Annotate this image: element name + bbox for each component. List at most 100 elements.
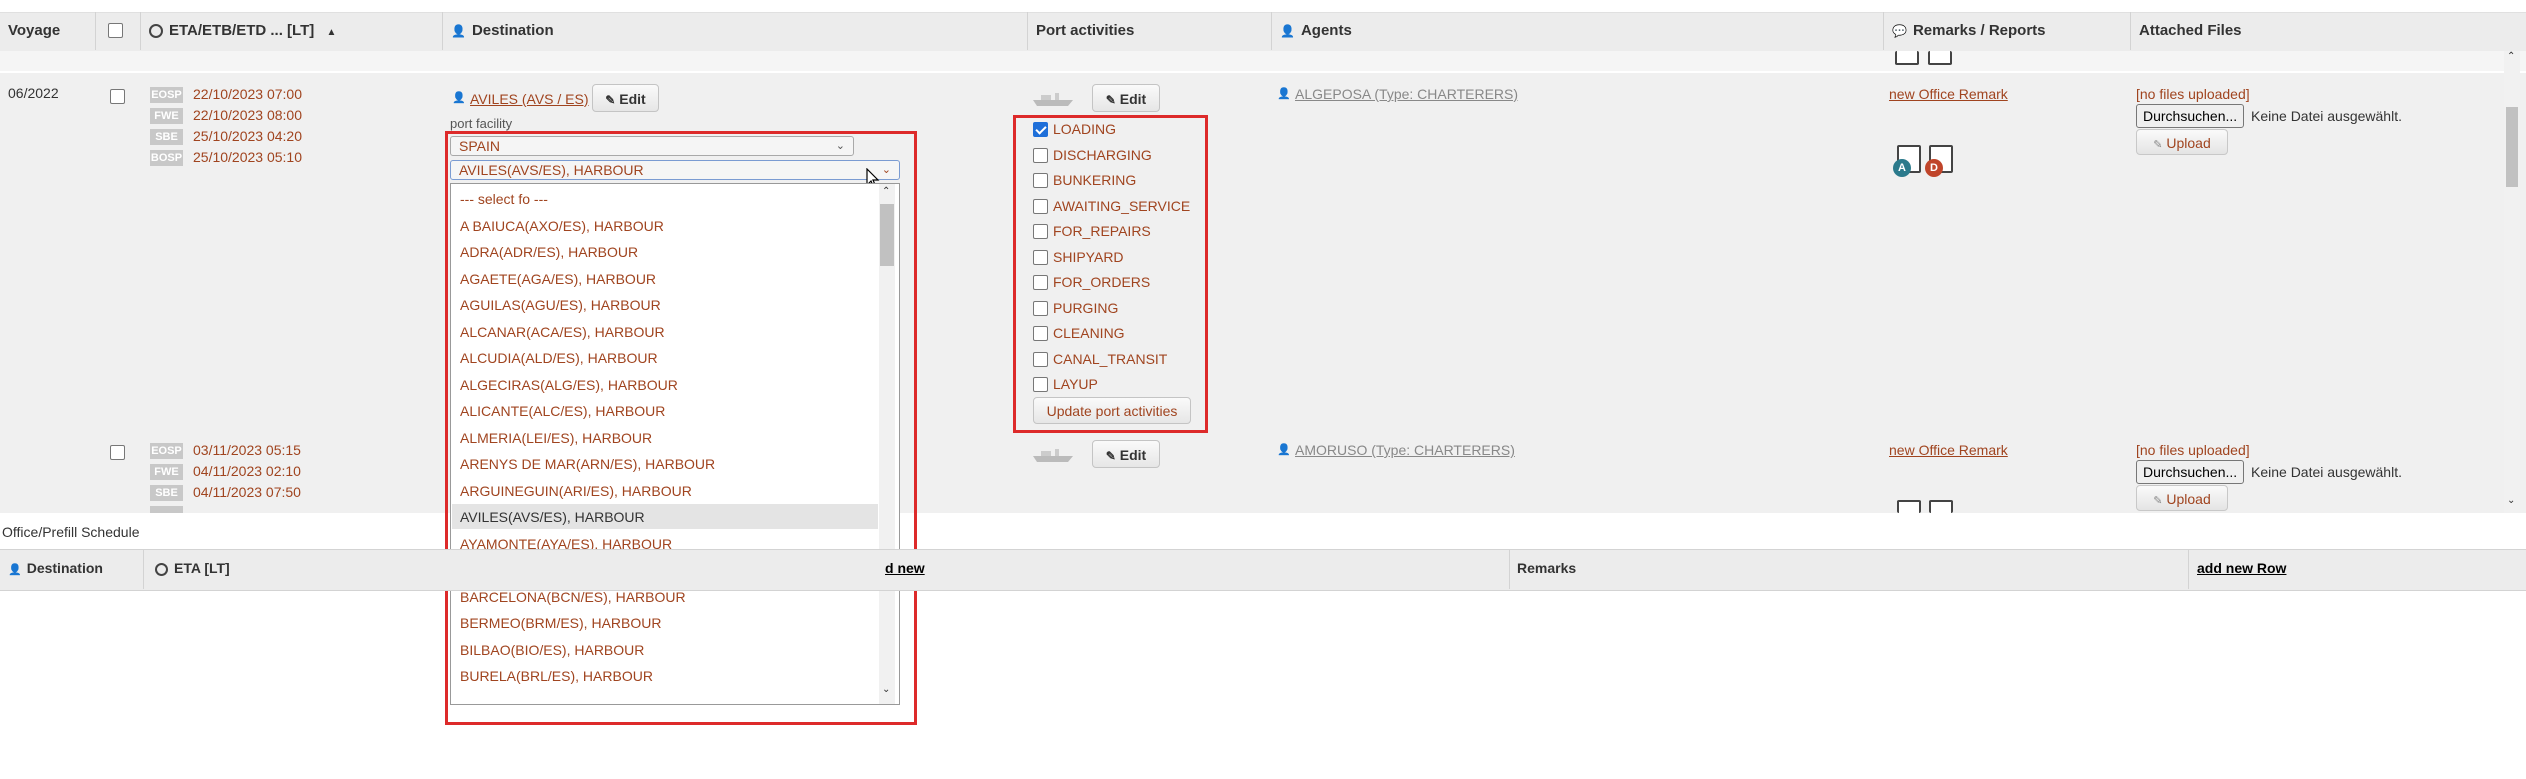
upload-button[interactable]: ✎ Upload xyxy=(2136,485,2228,511)
port-activity-checkbox[interactable] xyxy=(1033,173,1048,188)
agent-link[interactable]: AMORUSO (Type: CHARTERERS) xyxy=(1295,442,1515,458)
row-checkbox[interactable] xyxy=(110,445,125,460)
port-activity-checkbox[interactable] xyxy=(1033,122,1048,137)
port-activity-checkbox[interactable] xyxy=(1033,198,1048,214)
edit-destination-button[interactable]: ✎ Edit xyxy=(592,84,659,112)
port-activity-label[interactable]: DISCHARGING xyxy=(1053,147,1152,163)
scroll-up-icon[interactable]: ⌃ xyxy=(882,186,890,197)
dropdown-option[interactable]: ARENYS DE MAR(ARN/ES), HARBOUR xyxy=(460,456,715,472)
update-port-activities-button[interactable]: Update port activities xyxy=(1033,397,1191,424)
schedule-col-remarks[interactable]: Remarks xyxy=(1517,560,1576,576)
browse-button[interactable]: Durchsuchen... xyxy=(2136,460,2245,484)
edit-port-activities-button[interactable]: ✎ Edit xyxy=(1092,84,1160,112)
agent-link[interactable]: ALGEPOSA (Type: CHARTERERS) xyxy=(1295,86,1518,102)
port-activity-label[interactable]: PURGING xyxy=(1053,300,1118,316)
edit-label: Edit xyxy=(1119,91,1147,107)
col-agents-label: Agents xyxy=(1300,22,1352,39)
dropdown-option[interactable]: AGUILAS(AGU/ES), HARBOUR xyxy=(460,297,661,313)
col-port-activities[interactable]: Port activities xyxy=(1027,12,1271,50)
upload-button[interactable]: ✎ Upload xyxy=(2136,129,2228,155)
user-icon: 👤 xyxy=(1277,88,1291,100)
port-activity-label[interactable]: AWAITING_SERVICE xyxy=(1053,198,1190,214)
col-agents[interactable]: 👤 Agents xyxy=(1271,12,1883,50)
schedule-destination-label: Destination xyxy=(26,560,103,576)
select-all-checkbox[interactable] xyxy=(108,23,123,38)
edit-port-activities-button[interactable]: ✎ Edit xyxy=(1092,440,1160,468)
dropdown-option[interactable]: ALCUDIA(ALD/ES), HARBOUR xyxy=(460,350,658,366)
dropdown-option[interactable]: BILBAO(BIO/ES), HARBOUR xyxy=(460,642,644,658)
port-activity-label[interactable]: FOR_ORDERS xyxy=(1053,274,1150,290)
port-select[interactable]: AVILES(AVS/ES), HARBOUR ⌄ xyxy=(450,160,900,180)
port-activity-checkbox[interactable] xyxy=(1033,351,1048,367)
dropdown-scrollbar[interactable]: ⌃ ⌄ xyxy=(879,184,895,704)
report-icon[interactable] xyxy=(1928,51,1952,65)
country-select[interactable]: SPAIN ⌄ xyxy=(450,136,854,156)
port-activity-label[interactable]: CANAL_TRANSIT xyxy=(1053,351,1167,367)
report-icon[interactable] xyxy=(1895,51,1919,65)
main-scroll-thumb[interactable] xyxy=(2506,107,2518,187)
report-d-icon[interactable]: D xyxy=(1925,145,1953,177)
add-new-row-link[interactable]: add new Row xyxy=(2197,560,2286,576)
port-activity-label[interactable]: BUNKERING xyxy=(1053,172,1136,188)
event-time: 22/10/2023 08:00 xyxy=(193,107,302,123)
dropdown-option[interactable]: ALMERIA(LEI/ES), HARBOUR xyxy=(460,430,652,446)
dropdown-option[interactable]: AVILES(AVS/ES), HARBOUR xyxy=(460,509,645,525)
schedule-col-eta[interactable]: ETA [LT] xyxy=(155,560,230,576)
event-time: 04/11/2023 02:10 xyxy=(193,463,301,479)
add-new-link[interactable]: d new xyxy=(885,560,925,576)
dropdown-option[interactable]: ARGUINEGUIN(ARI/ES), HARBOUR xyxy=(460,483,692,499)
scroll-up-icon[interactable]: ⌃ xyxy=(2507,51,2515,62)
port-activity-checkbox[interactable] xyxy=(1033,275,1048,290)
col-destination[interactable]: 👤 Destination xyxy=(442,12,1027,50)
dropdown-option[interactable]: AGAETE(AGA/ES), HARBOUR xyxy=(460,271,656,287)
dropdown-option[interactable]: ALICANTE(ALC/ES), HARBOUR xyxy=(460,403,665,419)
event-time: 25/10/2023 04:20 xyxy=(193,128,302,144)
port-activity-checkbox[interactable] xyxy=(1033,377,1048,392)
col-eta[interactable]: ETA/ETB/ETD ... [LT] ▲ xyxy=(140,12,442,50)
port-activity-checkbox[interactable] xyxy=(1033,147,1048,163)
port-activity-label[interactable]: FOR_REPAIRS xyxy=(1053,223,1151,239)
dropdown-option[interactable]: ALGECIRAS(ALG/ES), HARBOUR xyxy=(460,377,678,393)
dropdown-option[interactable]: A BAIUCA(AXO/ES), HARBOUR xyxy=(460,218,664,234)
scroll-down-icon[interactable]: ⌄ xyxy=(882,684,890,695)
voyage-number: 06/2022 xyxy=(8,85,59,101)
main-scrollbar[interactable]: ⌃ ⌄ xyxy=(2504,51,2520,513)
port-activity-label[interactable]: LAYUP xyxy=(1053,376,1098,392)
port-activity-checkbox[interactable] xyxy=(1033,224,1048,239)
col-files[interactable]: Attached Files xyxy=(2130,12,2526,50)
dropdown-scroll-thumb[interactable] xyxy=(880,204,894,266)
paperclip-icon: ✎ xyxy=(2153,495,2163,507)
new-office-remark-link[interactable]: new Office Remark xyxy=(1889,86,2008,102)
scroll-down-icon[interactable]: ⌄ xyxy=(2507,495,2515,506)
port-activity-label[interactable]: LOADING xyxy=(1053,121,1116,137)
user-icon: 👤 xyxy=(1277,444,1291,456)
port-activity-checkbox[interactable] xyxy=(1033,326,1048,341)
port-activity-checkbox[interactable] xyxy=(1033,300,1048,316)
report-icon[interactable] xyxy=(1929,500,1953,513)
report-icon[interactable] xyxy=(1897,500,1921,513)
col-remarks-label: Remarks / Reports xyxy=(1912,22,2046,39)
dropdown-option[interactable]: BURELA(BRL/ES), HARBOUR xyxy=(460,668,653,684)
event-code-badge xyxy=(150,506,183,513)
col-voyage[interactable]: Voyage xyxy=(0,12,95,50)
port-activity-label[interactable]: CLEANING xyxy=(1053,325,1125,341)
dropdown-option[interactable]: --- select fo --- xyxy=(460,191,548,207)
browse-button[interactable]: Durchsuchen... xyxy=(2136,104,2245,128)
row-checkbox[interactable] xyxy=(110,89,125,104)
dropdown-option[interactable]: ADRA(ADR/ES), HARBOUR xyxy=(460,244,638,260)
report-a-icon[interactable]: A xyxy=(1893,145,1921,177)
new-office-remark-link[interactable]: new Office Remark xyxy=(1889,442,2008,458)
port-activity-checkbox[interactable] xyxy=(1033,249,1048,265)
upload-label: Upload xyxy=(2166,135,2211,151)
user-icon: 👤 xyxy=(8,564,22,576)
event-code-badge: EOSP xyxy=(150,443,183,459)
destination-link[interactable]: AVILES (AVS / ES) xyxy=(470,91,589,107)
col-destination-label: Destination xyxy=(471,22,554,39)
badge-d-icon: D xyxy=(1925,159,1943,177)
edit-icon: ✎ xyxy=(1105,449,1116,463)
col-remarks[interactable]: 💬 Remarks / Reports xyxy=(1883,12,2130,50)
dropdown-option[interactable]: ALCANAR(ACA/ES), HARBOUR xyxy=(460,324,665,340)
port-activity-label[interactable]: SHIPYARD xyxy=(1053,249,1124,265)
schedule-col-destination[interactable]: 👤 Destination xyxy=(8,560,103,576)
dropdown-option[interactable]: BERMEO(BRM/ES), HARBOUR xyxy=(460,615,661,631)
